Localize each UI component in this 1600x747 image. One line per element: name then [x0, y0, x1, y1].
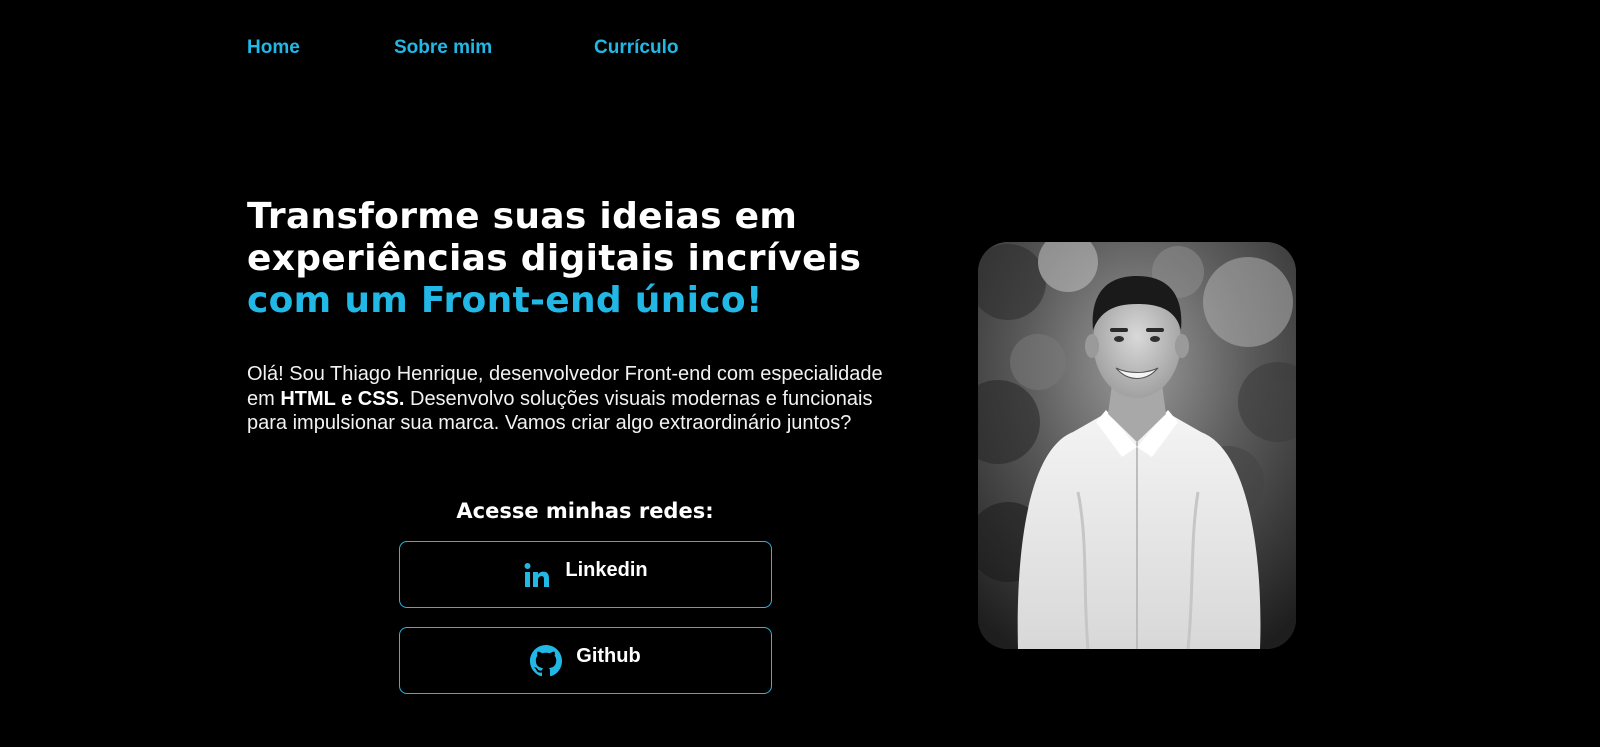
nav-link-sobre-mim[interactable]: Sobre mim: [394, 36, 492, 60]
linkedin-icon: [523, 561, 551, 589]
page: Home Sobre mim Currículo Transforme suas…: [0, 0, 1600, 747]
nav-link-curriculo[interactable]: Currículo: [594, 36, 678, 60]
nav-link-home[interactable]: Home: [247, 36, 300, 60]
intro-text-bold: HTML e CSS.: [280, 387, 405, 410]
hero-title: Transforme suas ideias em experiências d…: [247, 196, 927, 322]
linkedin-label: Linkedin: [565, 559, 648, 581]
intro-paragraph: Olá! Sou Thiago Henrique, desenvolvedor …: [247, 362, 907, 436]
github-button[interactable]: Github: [399, 627, 772, 694]
github-label: Github: [576, 645, 641, 667]
profile-photo: [978, 242, 1296, 649]
hero-title-line-1: Transforme suas ideias em: [247, 196, 798, 237]
hero-title-line-2: experiências digitais incríveis: [247, 238, 862, 279]
github-icon: [530, 644, 563, 677]
hero-title-accent: com um Front-end único!: [247, 280, 763, 321]
linkedin-button[interactable]: Linkedin: [399, 541, 772, 608]
social-heading: Acesse minhas redes:: [456, 499, 714, 523]
